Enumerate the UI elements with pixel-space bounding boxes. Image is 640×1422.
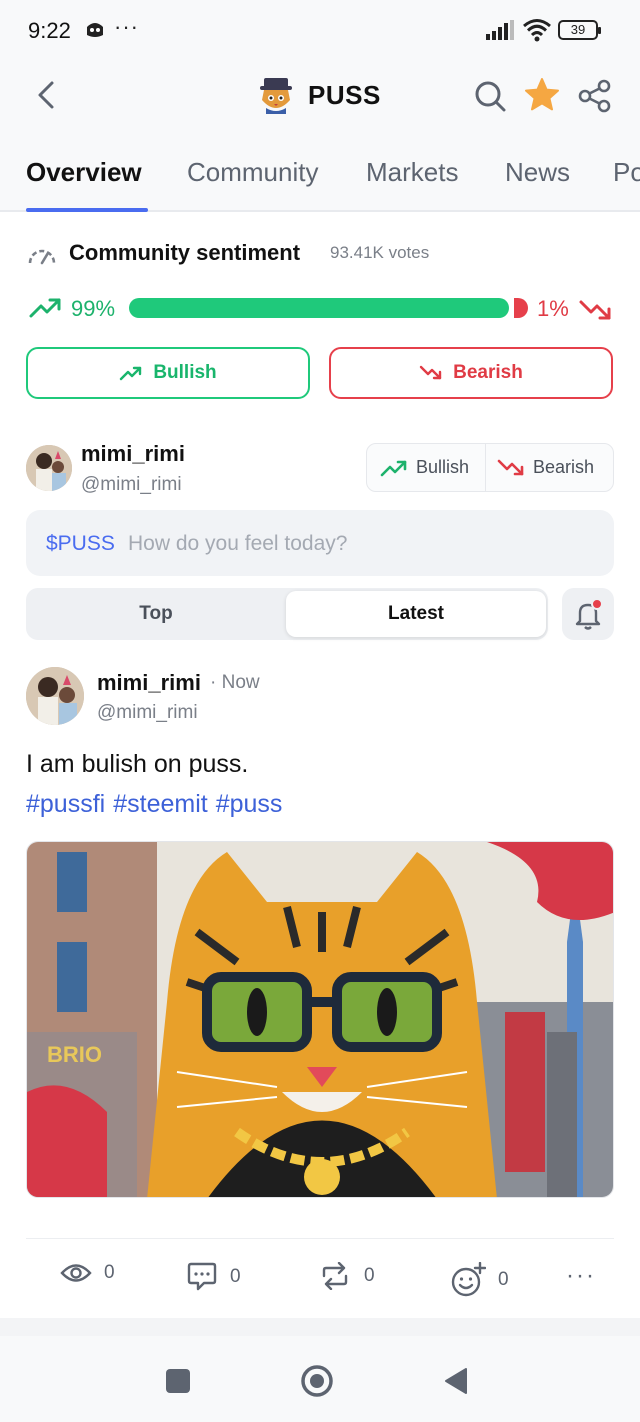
sentiment-votes: 93.41K votes (330, 243, 430, 262)
trend-up-icon (380, 460, 407, 476)
bullish-percent: 99% (71, 296, 116, 321)
bullish-bar (129, 298, 509, 318)
trend-down-icon (419, 365, 442, 380)
composer-bearish-button[interactable]: Bearish (497, 457, 594, 478)
signal-icon (486, 20, 514, 40)
post-image[interactable]: BRIO (26, 841, 614, 1198)
composer-user-handle: @mimi_rimi (81, 474, 182, 495)
post-tags: #pussfi #steemit #puss (26, 790, 290, 819)
trend-up-icon (120, 366, 142, 381)
hashtag-link[interactable]: #pussfi (26, 790, 105, 818)
sentiment-title: Community sentiment (69, 240, 301, 265)
tab-overview[interactable]: Overview (26, 157, 142, 188)
react-button[interactable]: 0 (450, 1262, 509, 1298)
reactions-count: 0 (498, 1269, 509, 1290)
compose-ticker: $PUSS (46, 532, 115, 555)
trend-down-icon (579, 300, 611, 320)
post-text: I am bulish on puss. (26, 750, 249, 778)
back-icon[interactable] (34, 80, 58, 110)
svg-text:BRIO: BRIO (47, 1042, 102, 1067)
feed-latest-tab[interactable]: Latest (286, 603, 546, 625)
post-divider (26, 1238, 614, 1239)
vote-bullish-label: Bullish (153, 362, 217, 383)
gauge-icon (28, 249, 56, 265)
search-icon[interactable] (474, 80, 506, 112)
more-options-icon[interactable]: ··· (566, 1262, 596, 1290)
notification-app-icon (87, 23, 103, 37)
notification-dot (591, 598, 603, 610)
comment-icon (187, 1262, 217, 1291)
hashtag-link[interactable]: #steemit (113, 790, 207, 818)
feed-top-tab[interactable]: Top (26, 603, 286, 625)
recent-apps-icon[interactable] (166, 1369, 190, 1393)
segment-divider (485, 444, 486, 491)
repost-button[interactable]: 0 (318, 1262, 375, 1290)
post-time: · Now (210, 672, 260, 693)
more-notifications-icon: ··· (114, 14, 139, 39)
section-gap (0, 1318, 640, 1336)
composer-user-name: mimi_rimi (81, 441, 185, 466)
trend-up-icon (29, 298, 61, 318)
status-time: 9:22 (28, 18, 71, 43)
repost-icon (322, 1262, 348, 1290)
page-title: PUSS (308, 80, 381, 110)
tab-community[interactable]: Community (187, 157, 318, 188)
battery-icon: 39 (558, 20, 601, 40)
vote-bearish-label: Bearish (453, 362, 523, 383)
tab-markets[interactable]: Markets (366, 157, 458, 188)
trend-down-icon (497, 459, 524, 475)
nav-back-icon[interactable] (444, 1367, 468, 1395)
views-button[interactable]: 0 (60, 1262, 115, 1284)
add-reaction-icon (451, 1262, 486, 1297)
repost-count: 0 (364, 1265, 375, 1286)
puss-logo-icon (260, 78, 292, 114)
comments-button[interactable]: 0 (186, 1262, 241, 1292)
composer-bullish-label: Bullish (416, 457, 470, 477)
bearish-percent: 1% (537, 296, 569, 321)
composer-bearish-label: Bearish (533, 457, 595, 477)
avatar[interactable] (26, 445, 72, 491)
eye-icon (60, 1264, 92, 1282)
vote-bullish-button[interactable]: Bullish (26, 347, 310, 399)
vote-bearish-button[interactable]: Bearish (329, 347, 613, 399)
wifi-icon (523, 19, 551, 42)
views-count: 0 (104, 1262, 115, 1283)
post-user-name[interactable]: mimi_rimi (97, 670, 201, 696)
hashtag-link[interactable]: #puss (216, 790, 283, 818)
tab-partial[interactable]: Po (613, 157, 640, 188)
comments-count: 0 (230, 1266, 241, 1287)
post-user-handle: @mimi_rimi (97, 702, 198, 723)
tab-news[interactable]: News (505, 157, 570, 188)
star-icon[interactable] (524, 78, 560, 112)
post-avatar[interactable] (26, 667, 84, 725)
home-icon[interactable] (300, 1364, 334, 1398)
compose-placeholder: How do you feel today? (128, 532, 348, 555)
composer-bullish-button[interactable]: Bullish (380, 457, 469, 478)
share-icon[interactable] (578, 79, 612, 113)
